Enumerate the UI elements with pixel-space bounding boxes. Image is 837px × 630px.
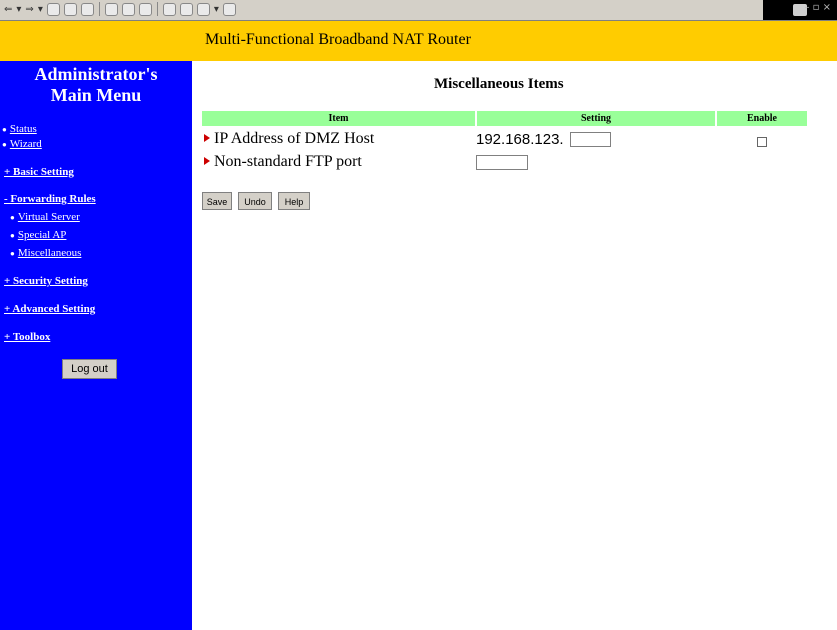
sidebar-item-basic-setting[interactable]: + Basic Setting [4, 166, 74, 178]
ftp-port-input[interactable] [476, 155, 528, 170]
mail-icon[interactable] [162, 2, 176, 16]
window-controls-icon[interactable]: – ▫ × [804, 2, 831, 13]
toolbar-icons: ⇐ ▾ ⇒ ▾ ▾ [4, 2, 236, 16]
column-header-enable: Enable [746, 113, 777, 124]
browser-toolbar: ⇐ ▾ ⇒ ▾ ▾ – ▫ × [0, 0, 837, 21]
column-header-setting: Setting [581, 113, 611, 124]
dmz-host-input[interactable] [570, 132, 611, 147]
dropdown-icon[interactable]: ▾ [214, 3, 219, 16]
print-icon[interactable] [179, 2, 193, 16]
sidebar-item-forwarding-rules[interactable]: - Forwarding Rules [4, 193, 96, 205]
browser-throbber: – ▫ × [763, 0, 837, 20]
stop-icon[interactable] [46, 2, 60, 16]
sidebar-item-virtual-server[interactable]: ● Virtual Server [10, 211, 80, 223]
sidebar-item-security-setting[interactable]: + Security Setting [4, 275, 88, 287]
dmz-enable-checkbox[interactable] [757, 137, 767, 147]
sidebar-item-special-ap[interactable]: ● Special AP [10, 229, 66, 241]
undo-button[interactable]: Undo [238, 192, 272, 210]
ip-prefix: 192.168.123. [476, 131, 564, 148]
bullet-icon: ● [10, 231, 15, 240]
sidebar-item-label: Wizard [9, 138, 42, 150]
dropdown-icon[interactable]: ▾ [16, 3, 21, 16]
bullet-icon: ● [2, 140, 7, 149]
back-icon[interactable]: ⇐ [4, 3, 12, 16]
help-button[interactable]: Help [278, 192, 310, 210]
router-title: Multi-Functional Broadband NAT Router [205, 31, 471, 48]
column-header-item: Item [328, 113, 349, 124]
table-row-label: IP Address of DMZ Host [204, 130, 374, 148]
sidebar-item-wizard[interactable]: ● Wizard [2, 138, 42, 150]
main-menu-sidebar: Administrator's Main Menu ● Status ● Wizar… [0, 61, 192, 630]
page-title: Miscellaneous Items [434, 76, 564, 92]
dropdown-icon[interactable]: ▾ [38, 3, 43, 16]
red-arrow-icon [204, 134, 210, 142]
favorites-icon[interactable] [121, 2, 135, 16]
menu-title-line2: Main Menu [50, 85, 142, 105]
table-header: Item Setting Enable [202, 111, 807, 126]
menu-title-line1: Administrator's [34, 64, 158, 84]
sidebar-item-status[interactable]: ● Status [2, 123, 37, 135]
edit-icon[interactable] [196, 2, 210, 16]
sidebar-item-miscellaneous[interactable]: ● Miscellaneous [10, 247, 81, 259]
ftp-port-label: Non-standard FTP port [214, 153, 362, 170]
logout-button[interactable]: Log out [62, 359, 117, 379]
table-row-label: Non-standard FTP port [204, 153, 362, 171]
toolbar-separator [98, 2, 100, 16]
toolbar-separator [156, 2, 158, 16]
header-banner: Multi-Functional Broadband NAT Router [0, 21, 837, 61]
forward-icon[interactable]: ⇒ [25, 3, 33, 16]
sidebar-item-label: Virtual Server [17, 211, 80, 223]
history-icon[interactable] [138, 2, 152, 16]
discuss-icon[interactable] [222, 2, 236, 16]
sidebar-item-toolbox[interactable]: + Toolbox [4, 331, 50, 343]
save-button[interactable]: Save [202, 192, 232, 210]
bullet-icon: ● [10, 213, 15, 222]
red-arrow-icon [204, 157, 210, 165]
search-icon[interactable] [104, 2, 118, 16]
sidebar-item-label: Status [9, 123, 37, 135]
sidebar-item-label: Special AP [17, 229, 67, 241]
dmz-host-label: IP Address of DMZ Host [214, 130, 375, 147]
home-icon[interactable] [80, 2, 94, 16]
sidebar-item-label: Miscellaneous [17, 247, 82, 259]
menu-title: Administrator's Main Menu [0, 64, 192, 106]
refresh-icon[interactable] [63, 2, 77, 16]
bullet-icon: ● [2, 125, 7, 134]
bullet-icon: ● [10, 249, 15, 258]
sidebar-item-advanced-setting[interactable]: + Advanced Setting [4, 303, 95, 315]
